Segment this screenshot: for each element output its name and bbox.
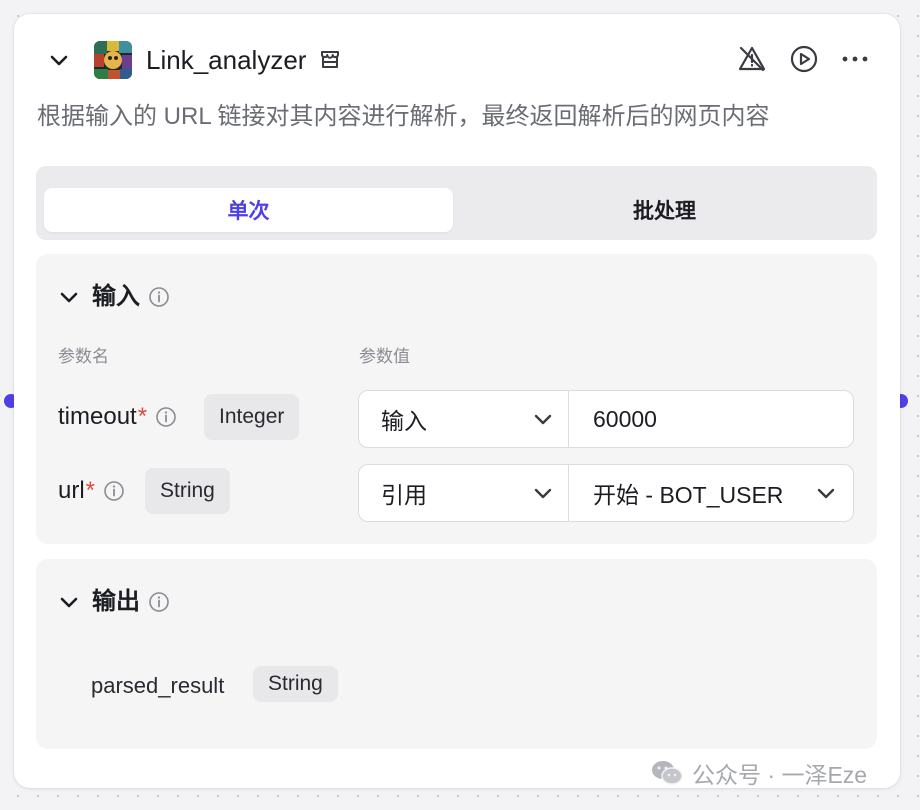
required-marker: * (137, 403, 148, 430)
output-section-header[interactable]: 输出 (58, 587, 170, 617)
play-icon (790, 45, 818, 73)
tab-batch[interactable]: 批处理 (460, 188, 869, 232)
timeout-value-input[interactable]: 60000 (569, 391, 853, 447)
warning-off-icon (738, 46, 766, 72)
node-description: 根据输入的 URL 链接对其内容进行解析，最终返回解析后的网页内容 (37, 103, 770, 130)
more-button[interactable] (840, 44, 870, 74)
chevron-down-icon (534, 414, 552, 425)
watermark: 公众号 · 一泽Eze (650, 756, 867, 790)
plugin-avatar (94, 41, 132, 79)
param-value-field: 输入 60000 (358, 390, 854, 448)
node-title: Link_analyzer (146, 45, 307, 75)
url-reference-select[interactable]: 开始 - BOT_USER (569, 465, 853, 521)
wechat-icon (652, 761, 683, 785)
tab-single[interactable]: 单次 (44, 188, 453, 232)
chevron-down-icon (58, 591, 80, 613)
watermark-text: 公众号 · 一泽Eze (692, 762, 868, 788)
info-icon[interactable] (148, 591, 170, 613)
run-button[interactable] (789, 44, 819, 74)
value-mode-select[interactable]: 输入 (359, 391, 569, 447)
param-value-field: 引用 开始 - BOT_USER (358, 464, 854, 522)
input-section-header[interactable]: 输入 (58, 282, 170, 312)
param-row-timeout: timeout * Integer 输入 60000 (36, 390, 877, 448)
chevron-down-icon (817, 488, 835, 499)
output-param-type-tag: String (253, 666, 338, 702)
mode-tabs: 单次 批处理 (36, 166, 877, 240)
info-icon[interactable] (148, 286, 170, 308)
warning-off-button[interactable] (737, 44, 767, 74)
param-value-column-label: 参数值 (359, 347, 410, 366)
output-heading: 输出 (92, 588, 140, 615)
chevron-down-icon (58, 286, 80, 308)
chevron-down-icon (50, 55, 68, 66)
required-marker: * (85, 477, 96, 504)
value-mode-select[interactable]: 引用 (359, 465, 569, 521)
input-heading: 输入 (92, 283, 140, 310)
param-name: url * (58, 476, 125, 506)
param-name: timeout * (58, 402, 177, 432)
input-section: 输入 参数名 参数值 timeout * Integer 输入 60000 url… (36, 254, 877, 544)
collapse-node-button[interactable] (46, 47, 72, 73)
chevron-down-icon (534, 488, 552, 499)
output-param-name: parsed_result (91, 673, 225, 698)
store-icon (318, 47, 342, 71)
output-section: 输出 parsed_result String (36, 559, 877, 749)
info-icon[interactable] (103, 480, 125, 502)
param-row-url: url * String 引用 开始 - BOT_USER (36, 464, 877, 522)
param-type-tag: Integer (204, 394, 300, 440)
param-name-column-label: 参数名 (58, 347, 109, 366)
param-type-tag: String (145, 468, 230, 514)
more-icon (842, 56, 868, 62)
info-icon[interactable] (155, 406, 177, 428)
